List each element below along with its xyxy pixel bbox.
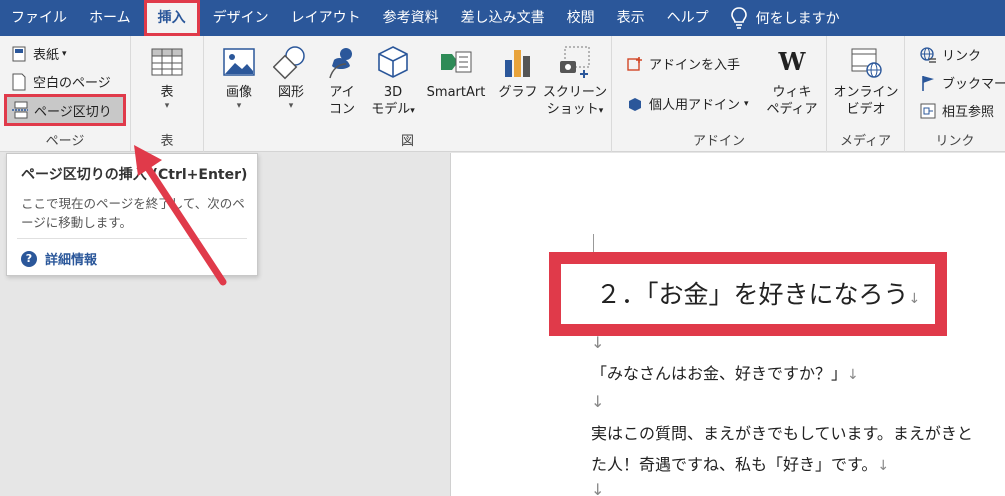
annotation-arrow xyxy=(134,145,227,286)
